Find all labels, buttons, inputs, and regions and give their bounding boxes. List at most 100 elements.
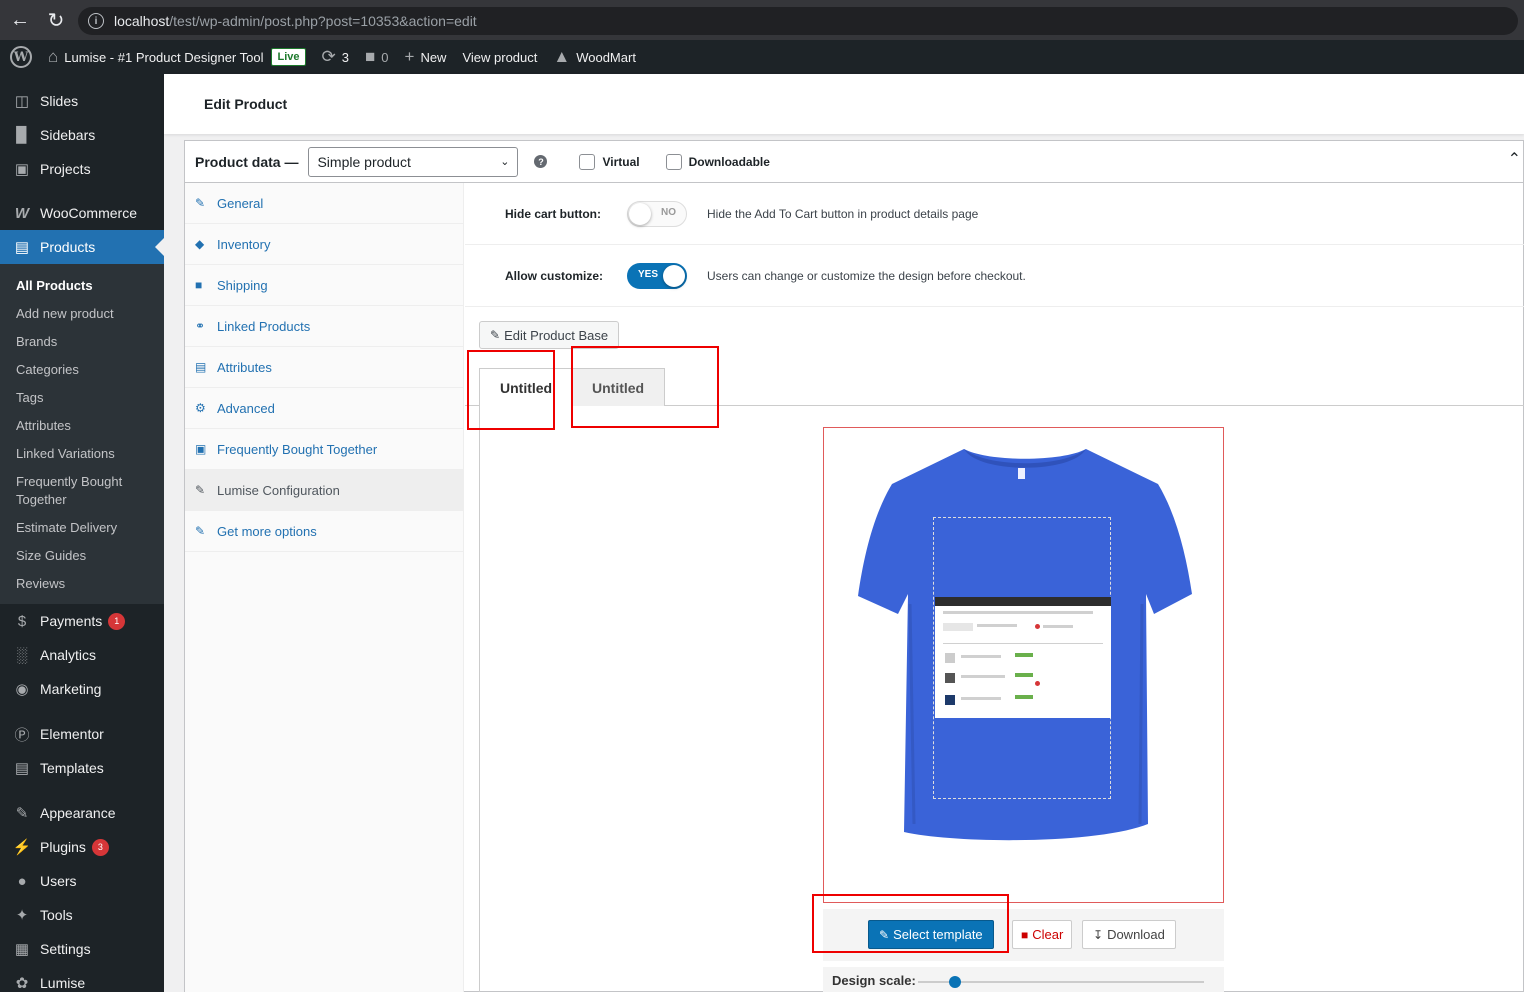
menu-products[interactable]: ▤ Products bbox=[0, 230, 164, 264]
settings-icon: ▦ bbox=[14, 941, 30, 958]
tab-lumise-configuration[interactable]: ✎ Lumise Configuration bbox=[185, 470, 463, 511]
menu-users[interactable]: ● Users bbox=[0, 864, 164, 898]
submenu-attributes[interactable]: Attributes bbox=[0, 412, 164, 440]
submenu-size-guides[interactable]: Size Guides bbox=[0, 542, 164, 570]
submenu-estimate-delivery[interactable]: Estimate Delivery bbox=[0, 514, 164, 542]
live-badge: Live bbox=[271, 48, 306, 66]
new-label: New bbox=[420, 49, 447, 65]
list-icon: ▤ bbox=[195, 360, 207, 374]
page-title: Edit Product bbox=[204, 96, 288, 112]
wp-logo-menu[interactable]: W bbox=[0, 40, 40, 74]
submenu-reviews[interactable]: Reviews bbox=[0, 570, 164, 598]
allow-customize-toggle[interactable]: YES bbox=[627, 262, 687, 289]
chevron-up-icon[interactable]: ⌃ bbox=[1508, 149, 1521, 169]
address-bar[interactable]: i localhost/test/wp-admin/post.php?post=… bbox=[78, 7, 1518, 35]
tab-label: Frequently Bought Together bbox=[217, 441, 378, 457]
trash-icon: ■ bbox=[1021, 927, 1029, 942]
updates-link[interactable]: ⟳ 3 bbox=[314, 40, 357, 74]
plug-icon: ✎ bbox=[195, 524, 206, 538]
menu-woocommerce[interactable]: W WooCommerce bbox=[0, 196, 164, 230]
site-name: Lumise - #1 Product Designer Tool bbox=[64, 49, 264, 65]
select-template-button[interactable]: ✎ Select template bbox=[868, 920, 994, 949]
tab-label: Get more options bbox=[217, 523, 317, 539]
virtual-checkbox[interactable] bbox=[579, 153, 596, 170]
tab-advanced[interactable]: ⚙ Advanced bbox=[185, 388, 463, 429]
tab-label: General bbox=[217, 195, 264, 211]
clear-button[interactable]: ■ Clear bbox=[1012, 920, 1073, 949]
design-scale-label: Design scale: bbox=[832, 973, 916, 988]
brush-icon: ✎ bbox=[195, 483, 206, 497]
back-icon[interactable]: ← bbox=[2, 2, 38, 38]
menu-lumise[interactable]: ✿ Lumise bbox=[0, 966, 164, 992]
submenu-categories[interactable]: Categories bbox=[0, 356, 164, 384]
url-host: localhost bbox=[114, 13, 170, 29]
tab-frequently-bought-together[interactable]: ▣ Frequently Bought Together bbox=[185, 429, 463, 470]
submenu-linked-variations[interactable]: Linked Variations bbox=[0, 440, 164, 468]
site-name-link[interactable]: ⌂ Lumise - #1 Product Designer Tool Live bbox=[40, 40, 314, 74]
allow-customize-row: Allow customize: YES Users can change or… bbox=[465, 245, 1524, 307]
help-icon[interactable]: ? bbox=[534, 155, 548, 168]
tab-get-more-options[interactable]: ✎ Get more options bbox=[185, 511, 463, 552]
menu-tools[interactable]: ✦ Tools bbox=[0, 898, 164, 932]
select-template-label: Select template bbox=[893, 927, 983, 942]
menu-sidebars[interactable]: ▉ Sidebars bbox=[0, 118, 164, 152]
menu-label: Analytics bbox=[40, 647, 97, 663]
submenu-add-new-product[interactable]: Add new product bbox=[0, 300, 164, 328]
menu-elementor[interactable]: Ⓟ Elementor bbox=[0, 717, 164, 751]
design-tools-bar: ✎ Select template ■ Clear ↧ Download bbox=[823, 909, 1224, 961]
submenu-brands[interactable]: Brands bbox=[0, 328, 164, 356]
woodmart-icon: ▲ bbox=[553, 47, 571, 66]
menu-label: Settings bbox=[40, 941, 91, 957]
toggle-knob bbox=[663, 264, 685, 287]
tab-linked-products[interactable]: ⚭ Linked Products bbox=[185, 306, 463, 347]
menu-templates[interactable]: ▤ Templates bbox=[0, 751, 164, 785]
menu-analytics[interactable]: ░ Analytics bbox=[0, 638, 164, 672]
chevron-down-icon: ⌄ bbox=[500, 156, 510, 168]
view-product-link[interactable]: View product bbox=[454, 40, 545, 74]
tab-attributes[interactable]: ▤ Attributes bbox=[185, 347, 463, 388]
truck-icon: ■ bbox=[195, 278, 203, 292]
reload-icon[interactable]: ↻ bbox=[38, 2, 74, 38]
download-button[interactable]: ↧ Download bbox=[1082, 920, 1176, 949]
edit-product-base-button[interactable]: ✎ Edit Product Base bbox=[479, 321, 620, 349]
woodmart-link[interactable]: ▲ WoodMart bbox=[545, 40, 644, 74]
megaphone-icon: ◉ bbox=[15, 681, 29, 698]
menu-label: Projects bbox=[40, 161, 91, 177]
design-screenshot-image[interactable] bbox=[935, 597, 1111, 718]
user-icon: ● bbox=[17, 872, 27, 890]
plug-icon: ⚡ bbox=[12, 839, 32, 856]
folder-icon: ▤ bbox=[14, 760, 30, 777]
virtual-label: Virtual bbox=[602, 154, 640, 169]
tab-shipping[interactable]: ■ Shipping bbox=[185, 265, 463, 306]
menu-slides[interactable]: ◫ Slides bbox=[0, 84, 164, 118]
tab-label: Inventory bbox=[217, 236, 271, 252]
tab-general[interactable]: ✎ General bbox=[185, 183, 463, 224]
stage-tab-1[interactable]: Untitled bbox=[479, 368, 574, 407]
design-scale-handle[interactable] bbox=[949, 976, 962, 988]
menu-projects[interactable]: ▣ Projects bbox=[0, 152, 164, 186]
toggle-state-text: NO bbox=[661, 206, 676, 218]
product-data-header: Product data — Simple product ⌄ ? Virtua… bbox=[185, 141, 1523, 183]
site-info-icon[interactable]: i bbox=[88, 13, 104, 29]
product-type-select[interactable]: Simple product ⌄ bbox=[308, 146, 519, 177]
submenu-tags[interactable]: Tags bbox=[0, 384, 164, 412]
submenu-frequently-bought-together[interactable]: Frequently Bought Together bbox=[0, 468, 164, 514]
bag-icon: ▣ bbox=[195, 442, 207, 456]
tab-label: Linked Products bbox=[217, 318, 311, 334]
downloadable-checkbox[interactable] bbox=[665, 153, 682, 170]
admin-sidebar: ◫ Slides ▉ Sidebars ▣ Projects W WooCommerce… bbox=[0, 74, 164, 992]
menu-settings[interactable]: ▦ Settings bbox=[0, 932, 164, 966]
view-product-label: View product bbox=[462, 49, 538, 65]
products-submenu: All Products Add new product Brands Cate… bbox=[0, 264, 164, 604]
tab-inventory[interactable]: ◆ Inventory bbox=[185, 224, 463, 265]
menu-plugins[interactable]: ⚡ Plugins 3 bbox=[0, 830, 164, 864]
hide-cart-toggle[interactable]: NO bbox=[627, 200, 687, 227]
submenu-all-products[interactable]: All Products bbox=[0, 272, 164, 300]
woodmart-label: WoodMart bbox=[576, 49, 636, 65]
menu-appearance[interactable]: ✎ Appearance bbox=[0, 796, 164, 830]
menu-marketing[interactable]: ◉ Marketing bbox=[0, 672, 164, 706]
stage-tab-2[interactable]: Untitled bbox=[571, 368, 666, 406]
comments-link[interactable]: ■ 0 bbox=[357, 40, 397, 74]
new-content-link[interactable]: + New bbox=[397, 40, 455, 74]
menu-payments[interactable]: $ Payments 1 bbox=[0, 604, 164, 638]
